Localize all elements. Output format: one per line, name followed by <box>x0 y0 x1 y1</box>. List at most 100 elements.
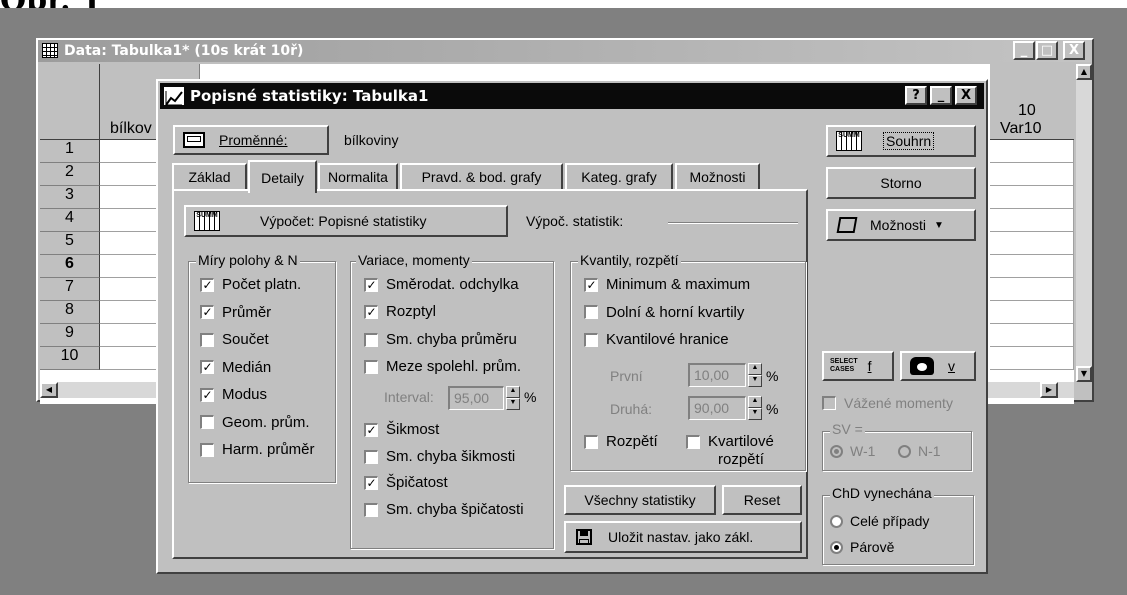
checkbox-box <box>584 332 598 347</box>
spin-up-icon[interactable]: ▲ <box>748 396 762 408</box>
weight-button[interactable]: v <box>900 351 976 381</box>
checkbox-item[interactable]: ✓ Počet platn. <box>200 276 301 293</box>
table-cell[interactable] <box>990 232 1074 255</box>
tab-pravd-bod-grafy[interactable]: Pravd. & bod. grafy <box>400 163 563 189</box>
tab-zaklad[interactable]: Základ <box>172 163 247 189</box>
spin-up-icon[interactable]: ▲ <box>748 363 762 375</box>
table-cell[interactable] <box>990 209 1074 232</box>
checkbox-box <box>364 449 378 464</box>
options-button[interactable]: Možnosti ▼ <box>826 209 976 241</box>
summary-button[interactable]: SUMM Souhrn <box>826 125 976 157</box>
tab-kateg-grafy[interactable]: Kateg. grafy <box>565 163 673 189</box>
checkbox-box <box>584 434 598 449</box>
df-group-label: SV = <box>830 421 865 437</box>
all-statistics-button[interactable]: Všechny statistiky <box>564 485 716 515</box>
column-number: 10 <box>1018 102 1036 119</box>
iqr-checkbox[interactable]: Kvartilové rozpětí <box>686 433 774 469</box>
cancel-button[interactable]: Storno <box>826 167 976 199</box>
row-header[interactable]: 4 <box>40 209 100 232</box>
checkbox-item[interactable]: ✓ Šikmost <box>364 421 439 438</box>
close-button[interactable]: X <box>1063 41 1085 60</box>
table-cell[interactable] <box>990 140 1074 163</box>
spin-down-icon[interactable]: ▼ <box>506 398 520 410</box>
descriptive-stats-dialog: Popisné statistiky: Tabulka1 ? _ X Promě… <box>156 79 988 574</box>
spin-up-icon[interactable]: ▲ <box>506 386 520 398</box>
tab-normalita[interactable]: Normalita <box>318 163 398 189</box>
row-header[interactable]: 9 <box>40 324 100 347</box>
second-quantile-label: Druhá: <box>610 401 653 417</box>
table-cell[interactable] <box>990 186 1074 209</box>
dialog-titlebar[interactable]: Popisné statistiky: Tabulka1 ? _ X <box>160 83 984 109</box>
row-header[interactable]: 5 <box>40 232 100 255</box>
checkbox-item[interactable]: Kvantilové hranice <box>584 331 729 348</box>
row-header[interactable]: 3 <box>40 186 100 209</box>
table-cell[interactable] <box>990 278 1074 301</box>
checkbox-item[interactable]: Součet <box>200 331 269 348</box>
reset-button[interactable]: Reset <box>722 485 802 515</box>
row-header[interactable]: 1 <box>40 140 100 163</box>
table-cell[interactable] <box>990 324 1074 347</box>
data-window-titlebar[interactable]: Data: Tabulka1* (10s krát 10ř) _ □ X <box>38 40 1092 62</box>
row-header[interactable]: 2 <box>40 163 100 186</box>
variables-button[interactable]: Proměnné: <box>173 125 329 155</box>
checkbox-item[interactable]: ✓ Průměr <box>200 304 271 321</box>
compute-stats-line <box>668 222 798 224</box>
first-quantile-input[interactable]: 10,00 <box>688 363 746 387</box>
range-checkbox[interactable]: Rozpětí <box>584 433 658 450</box>
scroll-left-button[interactable]: ◀ <box>40 382 58 398</box>
checkbox-item[interactable]: Sm. chyba šikmosti <box>364 448 515 465</box>
spin-down-icon[interactable]: ▼ <box>748 375 762 387</box>
checkbox-item[interactable]: ✓ Medián <box>200 359 271 376</box>
checkbox-item[interactable]: ✓ Směrodat. odchylka <box>364 276 519 293</box>
help-button[interactable]: ? <box>905 86 927 105</box>
minimize-button[interactable]: _ <box>930 86 952 105</box>
compute-button[interactable]: SUMM Výpočet: Popisné statistiky <box>184 205 508 237</box>
pairwise-radio[interactable]: Párově <box>830 539 894 555</box>
tab-moznosti[interactable]: Možnosti <box>675 163 760 189</box>
interval-percent: % <box>524 389 537 405</box>
save-defaults-button[interactable]: Uložit nastav. jako zákl. <box>564 521 802 553</box>
checkbox-item[interactable]: Geom. prům. <box>200 414 310 431</box>
checkbox-item[interactable]: ✓ Modus <box>200 386 267 403</box>
table-cell[interactable] <box>990 301 1074 324</box>
spin-down-icon[interactable]: ▼ <box>748 408 762 420</box>
checkbox-item[interactable]: Meze spolehl. prům. <box>364 358 521 375</box>
checkmark-icon: ✓ <box>364 277 378 292</box>
df-w1-radio[interactable]: W-1 <box>830 443 875 459</box>
checkbox-item[interactable]: Sm. chyba špičatosti <box>364 501 524 518</box>
second-quantile-input[interactable]: 90,00 <box>688 396 746 420</box>
checkbox-item[interactable]: ✓ Rozptyl <box>364 303 436 320</box>
checkbox-item[interactable]: ✓ Špičatost <box>364 474 448 491</box>
radio-dot <box>898 444 911 458</box>
checkbox-item[interactable]: ✓ Minimum & maximum <box>584 276 750 293</box>
table-cell[interactable] <box>990 163 1074 186</box>
interval-input[interactable]: 95,00 <box>448 386 504 410</box>
scroll-right-button[interactable]: ▶ <box>1040 382 1058 398</box>
scroll-up-button[interactable]: ▲ <box>1076 64 1092 80</box>
checkbox-item[interactable]: Harm. průměr <box>200 441 315 458</box>
maximize-button[interactable]: □ <box>1036 41 1058 60</box>
df-n1-radio[interactable]: N-1 <box>898 443 941 459</box>
close-button[interactable]: X <box>955 86 977 105</box>
weighted-moments-checkbox[interactable]: Vážené momenty <box>822 395 953 411</box>
table-cell[interactable] <box>990 255 1074 278</box>
interval-spinner[interactable]: ▲ ▼ <box>506 386 520 410</box>
second-quantile-spinner[interactable]: ▲ ▼ <box>748 396 762 420</box>
vertical-scrollbar[interactable]: ▲ ▼ <box>1076 64 1092 382</box>
minimize-button[interactable]: _ <box>1013 41 1035 60</box>
row-header[interactable]: 10 <box>40 347 100 370</box>
checkbox-item[interactable]: Sm. chyba průměru <box>364 331 517 348</box>
checkmark-icon: ✓ <box>584 277 598 292</box>
casewise-radio[interactable]: Celé případy <box>830 513 929 529</box>
first-quantile-spinner[interactable]: ▲ ▼ <box>748 363 762 387</box>
row-header[interactable]: 6 <box>40 255 100 278</box>
checkbox-item[interactable]: Dolní & horní kvartily <box>584 304 744 321</box>
column-header-10[interactable]: 10 Var10 <box>990 64 1074 140</box>
checkmark-icon: ✓ <box>364 304 378 319</box>
row-header[interactable]: 7 <box>40 278 100 301</box>
row-header[interactable]: 8 <box>40 301 100 324</box>
select-cases-button[interactable]: SELECT CASES f <box>822 351 894 381</box>
tab-detaily[interactable]: Detaily <box>248 160 317 193</box>
table-cell[interactable] <box>990 347 1074 370</box>
scroll-down-button[interactable]: ▼ <box>1076 366 1092 382</box>
